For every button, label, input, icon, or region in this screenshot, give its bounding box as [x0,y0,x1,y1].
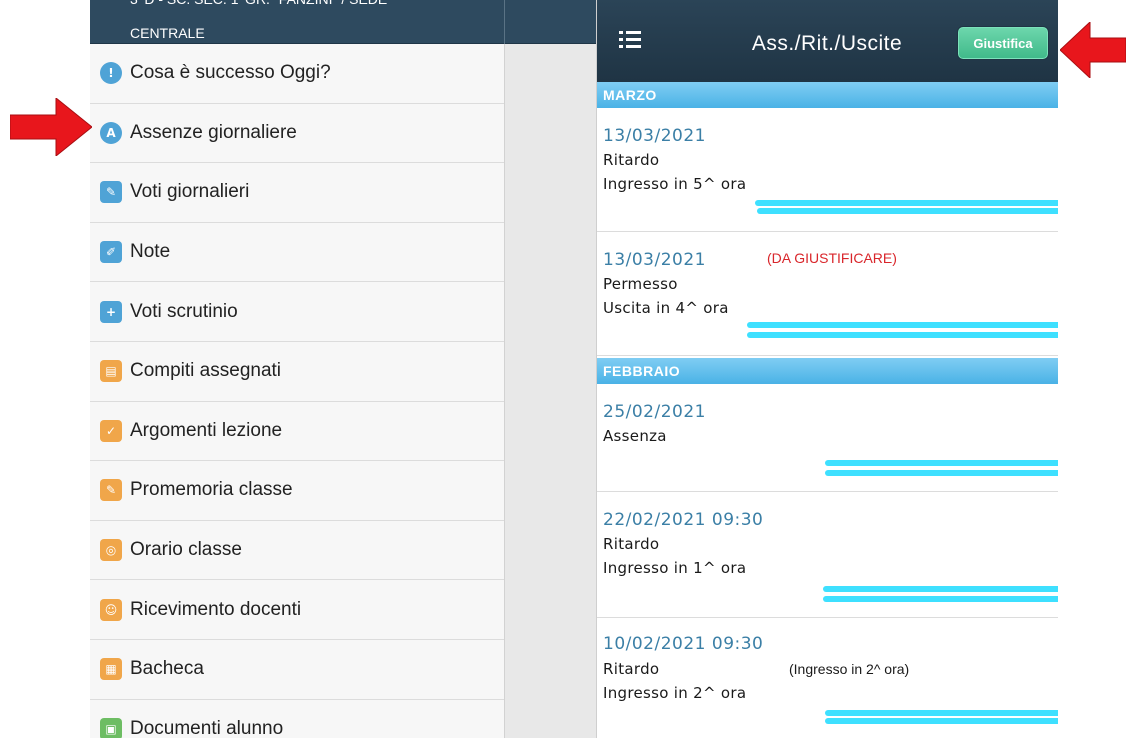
attendance-header: Ass./Rit./Uscite Giustifica [597,0,1058,82]
entry-type: Ritardo [603,535,660,553]
redaction-mark [825,718,1058,724]
teacher-meeting-icon: ☺ [100,598,122,621]
entry-detail: Ingresso in 1^ ora [603,559,747,577]
menu-item-label: Ricevimento docenti [130,598,302,620]
entry-detail: Ingresso in 2^ ora [603,684,747,702]
entry-type: Ritardo [603,660,660,678]
menu-item-label: Bacheca [130,658,204,680]
entry-date: 10/02/2021 09:30 [603,634,764,654]
class-header: 3^D - SC. SEC. 1^GR. "FANZINI" / SEDE CE… [90,0,596,44]
attendance-entry[interactable]: 10/02/2021 09:30 (Ingresso in 2^ ora) Ri… [597,618,1058,738]
homework-icon: ▤ [100,360,122,383]
redaction-mark [825,460,1058,466]
class-name-line1: 3^D - SC. SEC. 1^GR. "FANZINI" / SEDE [130,0,530,8]
side-menu-panel: 3^D - SC. SEC. 1^GR. "FANZINI" / SEDE CE… [90,0,596,738]
menu-item-bacheca[interactable]: ▦ Bacheca [90,639,504,700]
attendance-entry[interactable]: 13/03/2021 Ritardo Ingresso in 5^ ora [597,108,1058,232]
menu-item-orario-classe[interactable]: ◎ Orario classe [90,520,504,581]
menu-item-label: Assenze giornaliere [130,121,297,143]
class-name-line2: CENTRALE [130,25,205,41]
menu-item-label: Voti scrutinio [130,300,238,322]
redaction-mark [825,470,1058,476]
attendance-entry[interactable]: 25/02/2021 Assenza [597,384,1058,492]
red-arrow-icon [10,98,92,156]
attendance-entry[interactable]: 22/02/2021 09:30 Ritardo Ingresso in 1^ … [597,492,1058,618]
menu-item-voti-scrutinio[interactable]: + Voti scrutinio [90,282,504,342]
menu-item-label: Compiti assegnati [130,360,282,382]
redaction-mark [747,332,1058,338]
redaction-mark [747,322,1058,328]
menu-item-note[interactable]: ✐ Note [90,222,504,283]
menu-item-voti-giornalieri[interactable]: ✎ Voti giornalieri [90,163,504,223]
entry-type: Ritardo [603,151,660,169]
menu-item-compiti-assegnati[interactable]: ▤ Compiti assegnati [90,341,504,402]
menu-list: ! Cosa è successo Oggi? A Assenze giorna… [90,44,504,738]
status-badge: (DA GIUSTIFICARE) [767,250,897,266]
red-arrow-icon [1060,22,1126,78]
menu-item-argomenti-lezione[interactable]: ✓ Argomenti lezione [90,401,504,462]
entry-type: Assenza [603,427,667,445]
menu-item-label: Voti giornalieri [130,181,250,203]
menu-gutter [504,44,596,738]
justify-button[interactable]: Giustifica [957,26,1049,60]
menu-item-label: Promemoria classe [130,479,293,501]
attendance-entry[interactable]: 13/03/2021 (DA GIUSTIFICARE) Permesso Us… [597,232,1058,356]
menu-item-cosa-e-successo-oggi[interactable]: ! Cosa è successo Oggi? [90,44,504,104]
menu-item-ricevimento-docenti[interactable]: ☺ Ricevimento docenti [90,580,504,640]
menu-item-assenze-giornaliere[interactable]: A Assenze giornaliere [90,103,504,164]
entry-date: 13/03/2021 [603,126,706,146]
attendance-panel: Ass./Rit./Uscite Giustifica MARZO 13/03/… [596,0,1058,738]
student-documents-icon: ▣ [100,717,122,738]
month-header-febbraio: FEBBRAIO [597,358,1058,384]
entry-note: (Ingresso in 2^ ora) [789,661,910,677]
entry-type: Permesso [603,275,678,293]
entry-detail: Ingresso in 5^ ora [603,175,747,193]
redaction-mark [823,596,1058,602]
menu-item-label: Documenti alunno [130,717,284,738]
final-grades-icon: + [100,300,122,323]
absence-icon: A [100,121,122,144]
menu-item-label: Orario classe [130,539,242,561]
entry-date: 13/03/2021 [603,250,706,270]
info-icon: ! [100,62,122,85]
menu-item-label: Note [130,241,171,263]
grades-icon: ✎ [100,181,122,204]
reminder-icon: ✎ [100,479,122,502]
lesson-topics-icon: ✓ [100,419,122,442]
entry-detail: Uscita in 4^ ora [603,299,729,317]
redaction-mark [755,200,1058,206]
redaction-mark [823,586,1058,592]
page-title: Ass./Rit./Uscite [751,32,903,55]
entry-date: 25/02/2021 [603,402,706,422]
entry-date: 22/02/2021 09:30 [603,510,764,530]
menu-list-icon[interactable] [619,30,641,50]
header-divider [504,0,505,44]
redaction-mark [825,710,1058,716]
month-header-marzo: MARZO [597,82,1058,108]
menu-item-promemoria-classe[interactable]: ✎ Promemoria classe [90,461,504,521]
noticeboard-icon: ▦ [100,658,122,681]
menu-item-label: Argomenti lezione [130,419,283,441]
menu-item-label: Cosa è successo Oggi? [130,62,331,84]
redaction-mark [757,208,1058,214]
timetable-icon: ◎ [100,539,122,562]
notes-icon: ✐ [100,241,122,264]
menu-item-documenti-alunno[interactable]: ▣ Documenti alunno [90,699,504,738]
